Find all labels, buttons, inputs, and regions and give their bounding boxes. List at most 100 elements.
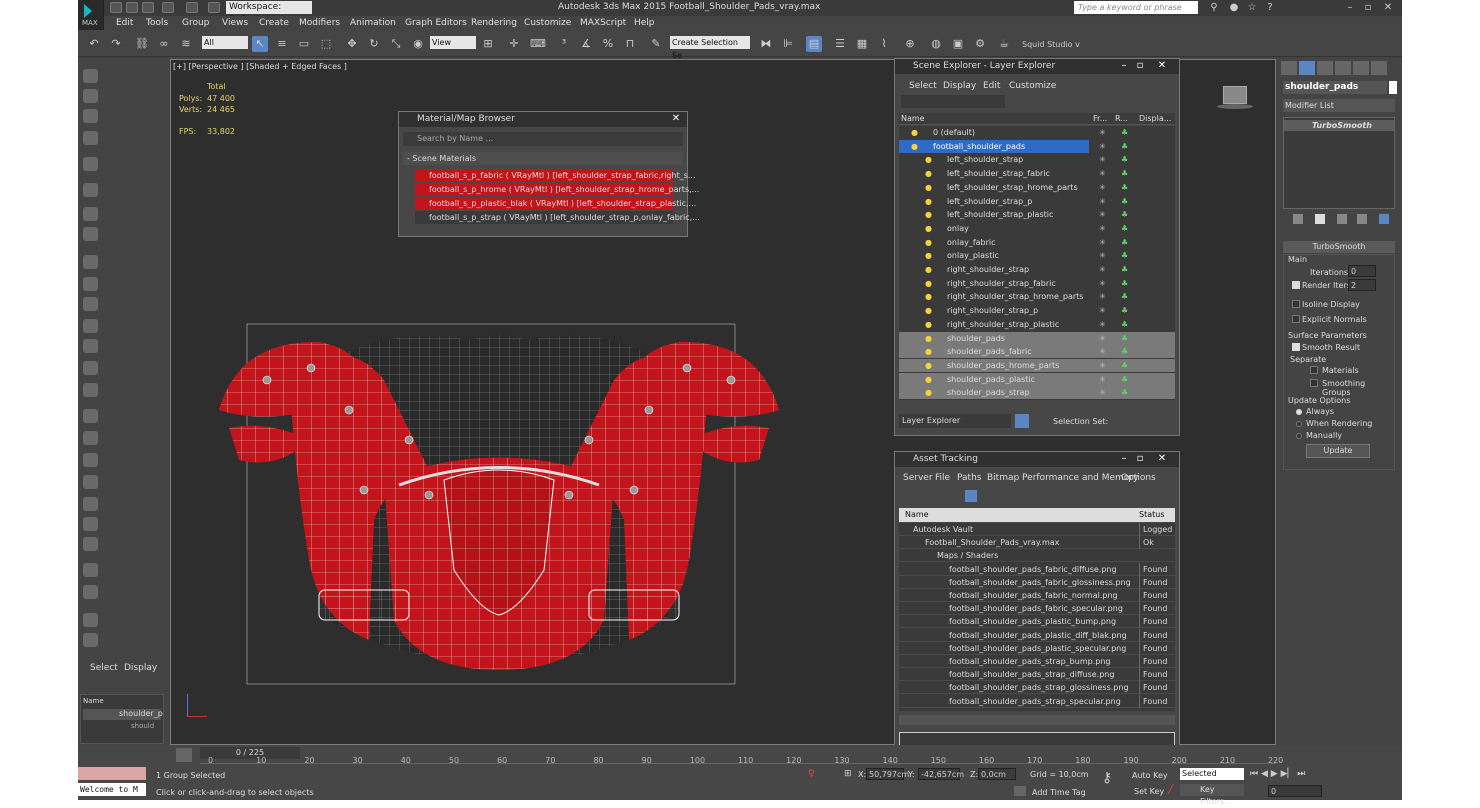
menu-rendering[interactable]: Rendering bbox=[471, 18, 517, 28]
render-tool-icon[interactable] bbox=[83, 89, 98, 103]
utilities-tab-icon[interactable] bbox=[1371, 61, 1387, 75]
material-editor-icon[interactable]: ◍ bbox=[928, 36, 944, 52]
pin-stack-icon[interactable] bbox=[1293, 214, 1303, 224]
lightbulb-icon[interactable]: ● bbox=[925, 249, 932, 262]
selection-filter-dropdown[interactable]: All bbox=[202, 36, 248, 49]
scene-layer-row[interactable]: onlay ● ✳ ♣ bbox=[899, 222, 1128, 235]
isoline-checkbox[interactable] bbox=[1292, 300, 1300, 308]
smooth-result-checkbox[interactable] bbox=[1292, 343, 1300, 351]
scene-layer-row[interactable]: onlay_fabric ● ✳ ♣ bbox=[899, 236, 1128, 249]
sun-icon[interactable] bbox=[83, 361, 98, 375]
se-menu-edit[interactable]: Edit bbox=[983, 81, 1000, 91]
workspace-dropdown[interactable]: Workspace: Default bbox=[226, 1, 312, 25]
save-file-icon[interactable] bbox=[142, 2, 154, 13]
shoulder-pads-model[interactable] bbox=[199, 320, 799, 700]
asset-row[interactable]: football_shoulder_pads_fabric_diffuse.pn… bbox=[899, 562, 1175, 576]
open-file-icon[interactable] bbox=[126, 2, 138, 13]
play-icon[interactable]: ▶ bbox=[1271, 769, 1278, 779]
curve-editor-icon[interactable]: ⌇ bbox=[876, 36, 892, 52]
cylinder-icon[interactable] bbox=[83, 277, 98, 291]
se-col-name[interactable]: Name bbox=[901, 114, 925, 123]
z-coordinate-field[interactable]: 0,0cm bbox=[978, 768, 1016, 780]
freeze-icon[interactable]: ✳ bbox=[1099, 263, 1106, 276]
document-icon[interactable] bbox=[83, 613, 98, 627]
minimize-icon[interactable]: – bbox=[1117, 60, 1131, 72]
clock-tool-icon[interactable] bbox=[83, 207, 98, 221]
plant-icon[interactable] bbox=[83, 497, 98, 511]
table-tool-icon[interactable] bbox=[83, 109, 98, 123]
scene-layer-row[interactable]: onlay_plastic ● ✳ ♣ bbox=[899, 249, 1128, 262]
renderable-icon[interactable]: ♣ bbox=[1121, 195, 1128, 208]
asset-row[interactable]: football_shoulder_pads_strap_bump.png Fou… bbox=[899, 655, 1175, 668]
mini-display-tab[interactable]: Display bbox=[124, 663, 157, 673]
key-icon[interactable]: ⚷ bbox=[1102, 770, 1120, 788]
renderable-icon[interactable]: ♣ bbox=[1121, 304, 1128, 317]
freeze-icon[interactable]: ✳ bbox=[1099, 332, 1106, 345]
help-icon[interactable]: ? bbox=[1264, 2, 1276, 13]
renderable-icon[interactable]: ♣ bbox=[1121, 332, 1128, 345]
previous-frame-icon[interactable]: ◀ bbox=[1261, 769, 1268, 779]
align-icon[interactable]: ⊫ bbox=[780, 36, 796, 52]
ribbon-icon[interactable]: ▦ bbox=[854, 36, 870, 52]
when-rendering-radio[interactable] bbox=[1296, 421, 1302, 427]
smoothing-groups-checkbox[interactable] bbox=[1310, 379, 1318, 387]
lightbulb-icon[interactable]: ● bbox=[925, 345, 932, 358]
freeze-icon[interactable]: ✳ bbox=[1099, 277, 1106, 290]
lightbulb-icon[interactable]: ● bbox=[925, 222, 932, 235]
calculator-icon[interactable] bbox=[83, 585, 98, 599]
scene-layer-row[interactable]: right_shoulder_strap_hrome_parts ● ✳ ♣ bbox=[899, 290, 1128, 303]
schematic-view-icon[interactable]: ⊕ bbox=[902, 36, 918, 52]
asset-row[interactable]: Maps / Shaders bbox=[899, 549, 1175, 563]
freeze-icon[interactable]: ✳ bbox=[1099, 318, 1106, 331]
always-radio[interactable] bbox=[1296, 409, 1302, 415]
undo-icon[interactable] bbox=[162, 2, 174, 13]
set-key-button[interactable]: Set Key bbox=[1134, 787, 1164, 796]
se-menu-select[interactable]: Select bbox=[909, 81, 937, 91]
lightbulb-icon[interactable]: ● bbox=[911, 126, 918, 139]
at-menu-options[interactable]: Options bbox=[1121, 473, 1156, 483]
scene-layer-row[interactable]: shoulder_pads_strap ● ✳ ♣ bbox=[899, 386, 1175, 400]
scene-layer-row[interactable]: left_shoulder_strap_fabric ● ✳ ♣ bbox=[899, 167, 1128, 180]
at-menu-server[interactable]: Server bbox=[903, 473, 933, 483]
scene-layer-row[interactable]: 0 (default) ● ✳ ♣ bbox=[899, 126, 1128, 139]
hierarchy-tab-icon[interactable] bbox=[1317, 61, 1333, 75]
scene-layer-row[interactable]: left_shoulder_strap_p ● ✳ ♣ bbox=[899, 195, 1128, 208]
asset-row[interactable]: football_shoulder_pads_plastic_specular.… bbox=[899, 641, 1175, 655]
lightbulb-icon[interactable]: ● bbox=[925, 359, 932, 372]
place-icon[interactable]: ◉ bbox=[410, 36, 426, 52]
material-item[interactable]: football_s_p_strap ( VRayMtl ) [left_sho… bbox=[415, 211, 700, 224]
renderable-icon[interactable]: ♣ bbox=[1121, 181, 1128, 194]
manually-radio[interactable] bbox=[1296, 433, 1302, 439]
menu-views[interactable]: Views bbox=[222, 18, 248, 28]
renderable-icon[interactable]: ♣ bbox=[1121, 277, 1128, 290]
renderable-icon[interactable]: ♣ bbox=[1121, 140, 1128, 153]
renderable-icon[interactable]: ♣ bbox=[1121, 167, 1128, 180]
scene-layer-row[interactable]: shoulder_pads ● ✳ ♣ bbox=[899, 331, 1175, 345]
lightbulb-icon[interactable]: ● bbox=[925, 263, 932, 276]
redo-icon[interactable]: ↷ bbox=[108, 36, 124, 52]
box-icon[interactable] bbox=[83, 255, 98, 269]
lightbulb-icon[interactable]: ● bbox=[925, 373, 932, 386]
lightbulb-icon[interactable]: ● bbox=[911, 140, 918, 153]
atom-icon[interactable] bbox=[83, 431, 98, 445]
renderable-icon[interactable]: ♣ bbox=[1121, 318, 1128, 331]
menu-help[interactable]: Help bbox=[634, 18, 655, 28]
link-icon[interactable]: ⛓ bbox=[134, 36, 150, 52]
wave-icon[interactable] bbox=[83, 453, 98, 467]
scene-layer-row[interactable]: shoulder_pads_hrome_parts ● ✳ ♣ bbox=[899, 358, 1175, 372]
viewport-label[interactable]: [+] [Perspective ] [Shaded + Edged Faces… bbox=[173, 62, 347, 71]
pivot-center-icon[interactable]: ⊞ bbox=[480, 36, 496, 52]
freeze-icon[interactable]: ✳ bbox=[1099, 345, 1106, 358]
asset-row[interactable]: football_shoulder_pads_strap_diffuse.png… bbox=[899, 668, 1175, 682]
material-item[interactable]: football_s_p_plastic_blak ( VRayMtl ) [l… bbox=[415, 197, 696, 210]
project-folder-icon[interactable] bbox=[208, 2, 220, 13]
menu-maxscript[interactable]: MAXScript bbox=[580, 18, 626, 28]
planet-icon[interactable] bbox=[83, 475, 98, 489]
y-coordinate-field[interactable]: -42,657cm bbox=[918, 768, 964, 780]
se-col-freeze[interactable]: Fr... bbox=[1093, 114, 1107, 123]
lightbulb-icon[interactable]: ● bbox=[925, 181, 932, 194]
modify-tab-icon[interactable] bbox=[1299, 61, 1315, 75]
renderable-icon[interactable]: ♣ bbox=[1121, 359, 1128, 372]
search-input[interactable]: Type a keyword or phrase bbox=[1074, 1, 1198, 14]
menu-edit[interactable]: Edit bbox=[116, 18, 133, 28]
